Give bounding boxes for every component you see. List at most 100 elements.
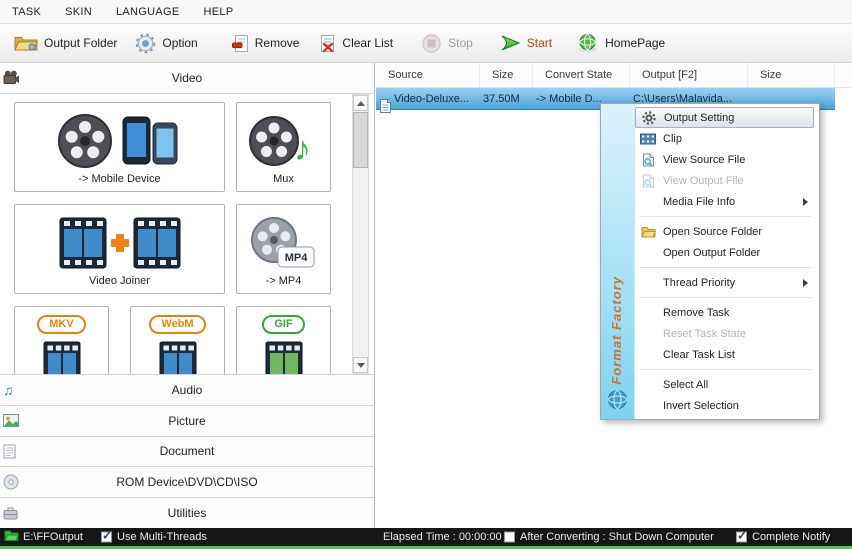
menu-item-reset-task-state: Reset Task State <box>635 323 817 344</box>
menu-item-output-setting[interactable]: Output Setting <box>635 107 814 128</box>
menu-help[interactable]: HELP <box>192 6 246 18</box>
remove-page-icon <box>232 34 249 53</box>
scroll-up-button[interactable] <box>353 95 368 111</box>
no-icon <box>639 305 657 321</box>
menu-item-view-output-file: View Output File <box>635 170 817 191</box>
multi-threads-label: Use Multi-Threads <box>117 531 207 543</box>
column-header-output[interactable]: Output [F2] <box>630 63 748 88</box>
homepage-button[interactable]: HomePage <box>570 30 671 56</box>
homepage-globe-icon <box>576 33 599 53</box>
no-icon <box>639 275 657 291</box>
menu-item-thread-priority[interactable]: Thread Priority <box>635 272 817 293</box>
card-webm[interactable]: WebM <box>130 306 225 374</box>
submenu-arrow-icon <box>803 279 808 287</box>
start-button[interactable]: Start <box>493 30 558 56</box>
no-icon <box>639 347 657 363</box>
start-arrow-icon <box>499 33 521 53</box>
card-mp4[interactable]: MP4 -> MP4 <box>236 204 331 294</box>
clear-list-button[interactable]: Clear List <box>313 31 399 56</box>
menubar: TASK SKIN LANGUAGE HELP <box>0 0 852 24</box>
svg-text:♪: ♪ <box>294 130 311 168</box>
card-label: Video Joiner <box>89 275 150 287</box>
menu-item-remove-task[interactable]: Remove Task <box>635 302 817 323</box>
task-size: 37.50M <box>483 93 520 105</box>
sidebar-section-rom-device[interactable]: ROM Device\DVD\CD\ISO <box>0 466 374 497</box>
card-video-joiner[interactable]: Video Joiner <box>14 204 225 294</box>
multi-threads-checkbox[interactable] <box>101 532 112 543</box>
option-label: Option <box>162 36 197 50</box>
menu-item-clip[interactable]: Clip <box>635 128 817 149</box>
submenu-arrow-icon <box>803 198 808 206</box>
card-gif[interactable]: GIF <box>236 306 331 374</box>
menu-item-open-source-folder[interactable]: Open Source Folder <box>635 221 817 242</box>
scroll-down-button[interactable] <box>353 357 368 373</box>
elapsed-time-label: Elapsed Time : 00:00:00 <box>383 531 502 543</box>
column-header-output-size[interactable]: Size <box>748 63 835 88</box>
menu-item-media-file-info[interactable]: Media File Info <box>635 191 817 212</box>
output-folder-label: Output Folder <box>44 36 117 50</box>
sidebar-section-audio[interactable]: ♫ Audio <box>0 374 374 405</box>
complete-notify-checkbox[interactable] <box>736 532 747 543</box>
webm-format-tag: WebM <box>149 315 205 334</box>
menu-language[interactable]: LANGUAGE <box>104 6 192 18</box>
mkv-format-tag: MKV <box>37 315 85 334</box>
film-reel-phones-icon <box>57 109 183 173</box>
column-header-source[interactable]: Source <box>376 63 480 88</box>
file-view-icon <box>639 152 657 168</box>
column-header-size[interactable]: Size <box>480 63 533 88</box>
column-header-convert-state[interactable]: Convert State <box>533 63 630 88</box>
film-strips-plus-icon <box>56 211 184 275</box>
section-label: Video <box>0 71 374 85</box>
video-scrollbar[interactable] <box>352 94 369 374</box>
menu-separator <box>635 365 817 374</box>
video-card-area: -> Mobile Device ♪ Mux Video Joiner MP4 … <box>0 94 374 374</box>
section-label: Audio <box>0 383 374 397</box>
menu-task[interactable]: TASK <box>0 6 53 18</box>
sidebar-section-picture[interactable]: Picture <box>0 405 374 436</box>
shutdown-checkbox[interactable] <box>504 532 515 543</box>
task-table-header: Source Size Convert State Output [F2] Si… <box>376 63 852 88</box>
menu-item-open-output-folder[interactable]: Open Output Folder <box>635 242 817 263</box>
clear-list-icon <box>319 34 336 53</box>
section-label: ROM Device\DVD\CD\ISO <box>0 475 374 489</box>
menu-separator <box>635 263 817 272</box>
context-menu: Format Factory Output Setting Clip View … <box>600 103 820 420</box>
card-mkv[interactable]: MKV <box>14 306 109 374</box>
card-mux[interactable]: ♪ Mux <box>236 102 331 192</box>
statusbar: E:\FFOutput Use Multi-Threads Elapsed Ti… <box>0 528 852 549</box>
output-path-label[interactable]: E:\FFOutput <box>23 531 83 543</box>
card-label: -> Mobile Device <box>78 173 160 185</box>
card-label: -> MP4 <box>266 275 302 287</box>
toolbox-icon <box>3 507 18 520</box>
no-icon <box>639 245 657 261</box>
menu-skin[interactable]: SKIN <box>53 6 104 18</box>
brand-globe-icon <box>607 389 628 415</box>
menu-brand-strip: Format Factory <box>601 104 635 419</box>
menu-item-invert-selection[interactable]: Invert Selection <box>635 395 817 416</box>
section-label: Utilities <box>0 506 374 520</box>
remove-button[interactable]: Remove <box>226 31 306 56</box>
scrollbar-thumb[interactable] <box>353 112 368 168</box>
gear-icon <box>640 110 658 126</box>
menu-separator <box>635 212 817 221</box>
card-mobile-device[interactable]: -> Mobile Device <box>14 102 225 192</box>
output-folder-icon <box>14 34 38 52</box>
output-folder-button[interactable]: Output Folder <box>8 31 123 55</box>
card-label: Mux <box>273 173 294 185</box>
option-button[interactable]: Option <box>129 30 203 57</box>
sidebar-section-document[interactable]: Document <box>0 436 374 467</box>
menu-item-view-source-file[interactable]: View Source File <box>635 149 817 170</box>
task-source: Video-Deluxe... <box>394 93 469 105</box>
sidebar-section-video[interactable]: Video <box>0 63 374 94</box>
section-label: Document <box>0 444 374 458</box>
stop-icon <box>421 33 442 54</box>
stop-label: Stop <box>448 36 473 50</box>
clear-list-label: Clear List <box>342 36 393 50</box>
task-convert-state: -> Mobile D... <box>536 93 602 105</box>
menu-item-select-all[interactable]: Select All <box>635 374 817 395</box>
film-strip-icon <box>265 338 303 374</box>
menu-item-clear-task-list[interactable]: Clear Task List <box>635 344 817 365</box>
picture-icon <box>3 414 19 427</box>
sidebar-section-utilities[interactable]: Utilities <box>0 497 374 528</box>
file-view-icon <box>639 173 657 189</box>
